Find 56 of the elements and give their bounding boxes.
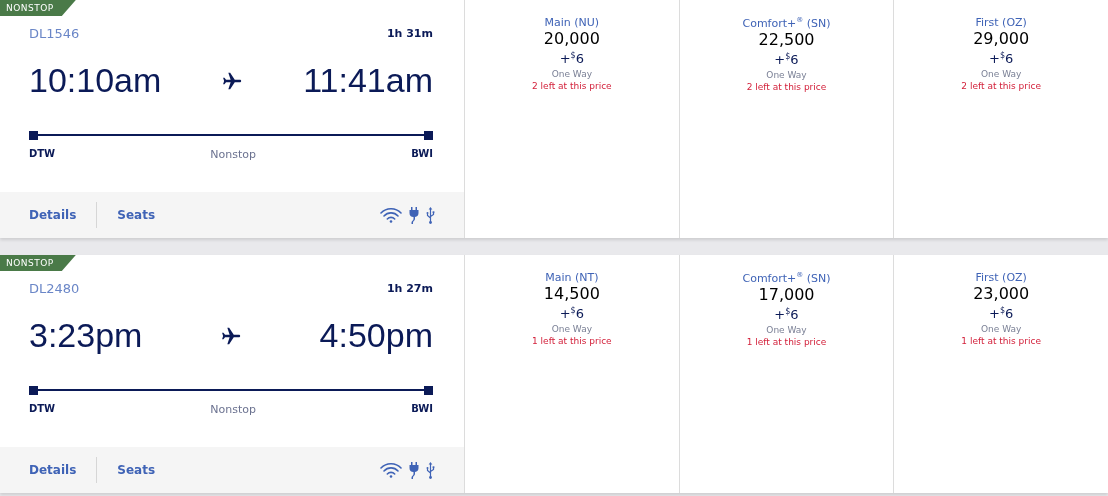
arrival-time: 4:50pm [319, 316, 433, 355]
cabin-name: Comfort+$^{®}$ (SN) [742, 271, 831, 285]
cabin-name: Main (NT) [545, 271, 599, 284]
trip-type: One Way [981, 69, 1022, 80]
nonstop-badge: NONSTOP [0, 0, 76, 16]
seats-left-note: 2 left at this price [746, 82, 827, 92]
stops-label: Nonstop [210, 403, 256, 416]
stops-label: Nonstop [210, 148, 256, 161]
miles-price[interactable]: 23,000 [973, 284, 1030, 303]
seats-left-note: 2 left at this price [532, 81, 612, 92]
arrival-time: 11:41am [303, 61, 433, 100]
plug-icon [409, 206, 419, 224]
trip-type: One Way [981, 324, 1022, 335]
cabin-name: First (OZ) [975, 16, 1027, 29]
fee-amount: +$^{$}$6 [559, 50, 584, 67]
trip-type: One Way [766, 325, 807, 335]
fee-amount: +$^{$}$6 [559, 305, 584, 322]
trip-type: One Way [766, 70, 807, 80]
cabin-name: Main (NU) [544, 16, 600, 29]
cabin-name: First (OZ) [975, 271, 1027, 284]
destination-code: BWI [411, 148, 433, 161]
trip-type: One Way [551, 324, 592, 335]
fee-amount: +$^{$}$6 [774, 50, 799, 67]
flight-number: DL1546 [29, 26, 80, 41]
departure-time: 10:10am [29, 61, 162, 100]
wifi-icon [380, 207, 402, 223]
fee-amount: +$^{$}$6 [989, 305, 1014, 322]
miles-price[interactable]: 17,000 [758, 284, 815, 304]
seats-left-note: 1 left at this price [961, 336, 1041, 347]
usb-icon [426, 206, 435, 224]
details-link[interactable]: Details [29, 463, 77, 477]
fee-amount: +$^{$}$6 [774, 305, 799, 322]
fee-amount: +$^{$}$6 [989, 50, 1014, 67]
seats-link[interactable]: Seats [117, 463, 156, 477]
seats-link[interactable]: Seats [117, 208, 156, 222]
flight-duration: 1h 31m [386, 27, 433, 40]
trip-type: One Way [551, 69, 592, 80]
seats-left-note: 1 left at this price [746, 337, 827, 347]
flight-duration: 1h 27m [386, 282, 433, 295]
miles-price[interactable]: 29,000 [973, 29, 1030, 48]
departure-time: 3:23pm [29, 316, 143, 355]
details-link[interactable]: Details [29, 208, 77, 222]
destination-code: BWI [411, 403, 433, 416]
seats-left-note: 2 left at this price [961, 81, 1041, 92]
origin-code: DTW [29, 148, 56, 161]
seats-left-note: 1 left at this price [532, 336, 612, 347]
miles-price[interactable]: 14,500 [543, 284, 600, 303]
cabin-name: Comfort+$^{®}$ (SN) [742, 16, 831, 30]
miles-price[interactable]: 22,500 [758, 29, 815, 49]
plug-icon [409, 461, 419, 479]
miles-price[interactable]: 20,000 [543, 29, 600, 48]
usb-icon [426, 461, 435, 479]
wifi-icon [380, 462, 402, 478]
nonstop-badge: NONSTOP [0, 255, 76, 271]
origin-code: DTW [29, 403, 56, 416]
flight-number: DL2480 [29, 281, 80, 296]
